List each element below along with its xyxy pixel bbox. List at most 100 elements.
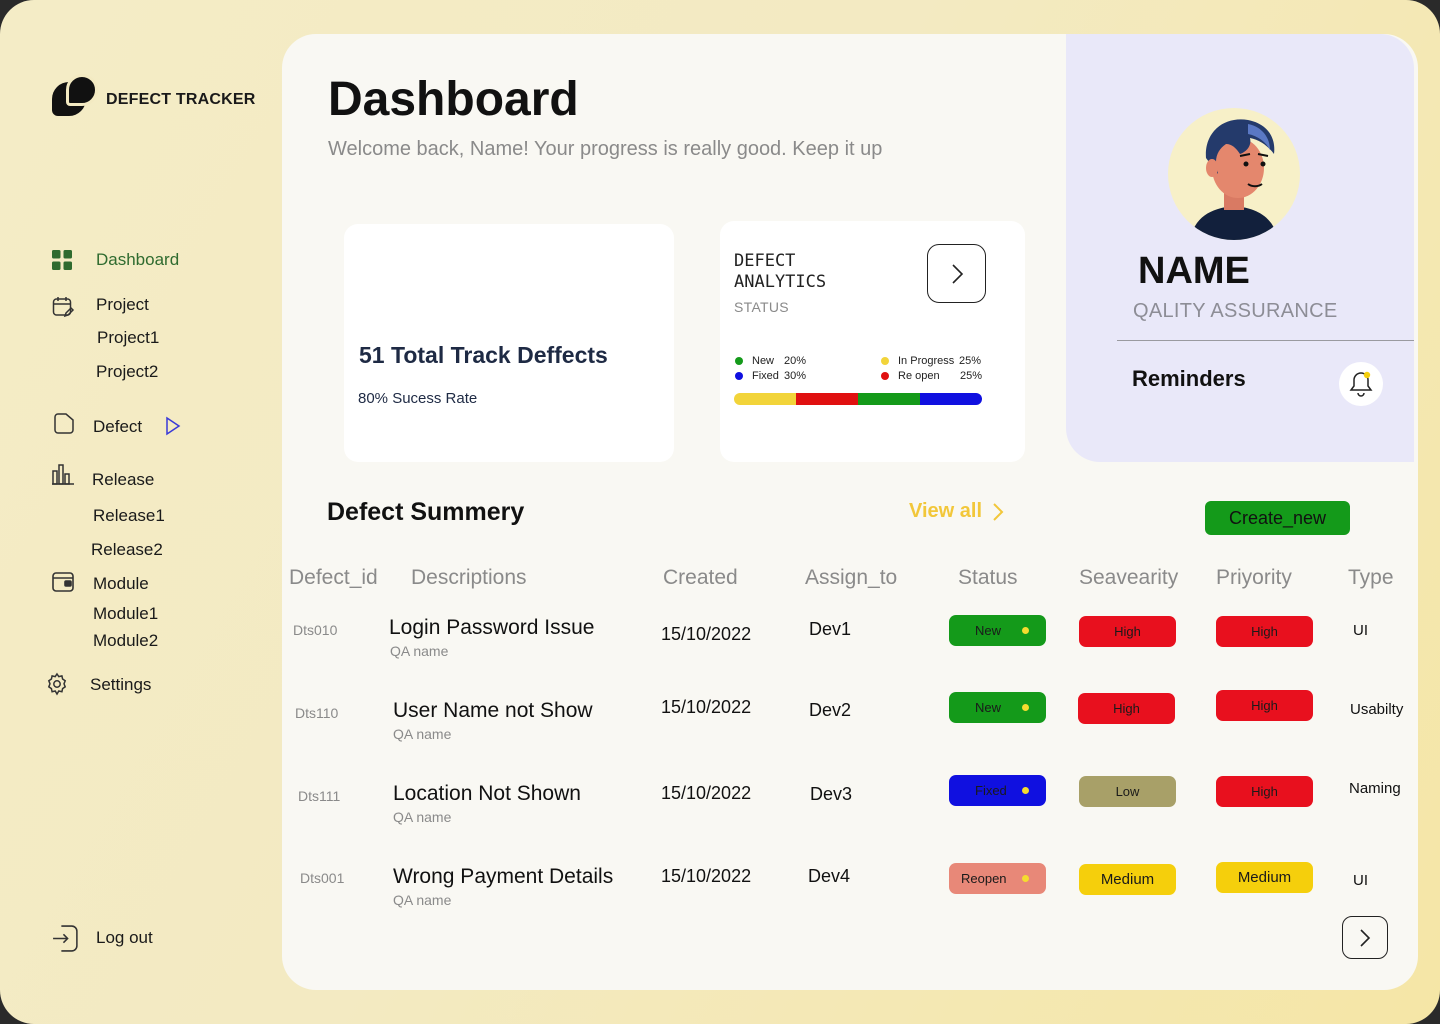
col-header-defect-id: Defect_id [289,566,378,589]
nav-project1[interactable]: Project1 [97,328,159,348]
legend-fixed: Fixed 30% [735,370,806,382]
defect-description: Wrong Payment Details [393,865,614,888]
page-title: Dashboard [328,73,579,126]
priority-badge[interactable]: Medium [1216,862,1313,893]
priority-badge[interactable]: High [1216,776,1313,807]
analytics-title: DEFECT ANALYTICS [734,251,827,292]
status-bar-segment [920,393,982,405]
avatar [1168,108,1300,240]
status-badge[interactable]: New [949,692,1046,723]
defect-reporter: QA name [393,892,452,908]
defect-id: Dts110 [295,705,339,721]
status-badge-label: Fixed [975,783,1007,798]
legend-new: New 20% [735,355,806,367]
nav-logout[interactable]: Log out [96,928,153,948]
assignee: Dev1 [809,619,852,639]
nav-module2[interactable]: Module2 [93,631,158,651]
chevron-right-icon [951,263,963,284]
nav-module[interactable]: Module [93,574,149,594]
legend-label-in-progress: In Progress [898,355,955,367]
defect-type: UI [1353,872,1368,889]
next-page-button[interactable] [1342,916,1388,959]
status-dot [1022,627,1029,634]
severity-badge[interactable]: High [1079,616,1176,647]
defect-id: Dts001 [300,870,345,886]
play-outline-icon[interactable] [164,416,182,436]
welcome-subtitle: Welcome back, Name! Your progress is rea… [328,138,883,160]
nav-release1[interactable]: Release1 [93,506,165,526]
gear-icon [47,672,67,696]
legend-label-fixed: Fixed [752,370,779,382]
created-date: 15/10/2022 [661,783,752,803]
nav-project[interactable]: Project [96,295,149,315]
defect-type: Usabilty [1350,701,1404,718]
legend-pct-new: 20% [784,355,807,367]
total-defects-headline: 51 Total Track Deffects [359,342,608,368]
bar-chart-icon [52,464,74,485]
nav-module1[interactable]: Module1 [93,604,158,624]
col-header-descriptions: Descriptions [411,566,527,589]
defect-id: Dts010 [293,622,338,638]
status-dot [1022,875,1029,882]
status-badge-label: New [975,623,1002,638]
nav-release[interactable]: Release [92,470,154,490]
legend-pct-in-progress: 25% [959,355,982,367]
grid-icon [52,250,72,270]
status-badge-label: New [975,700,1002,715]
wallet-icon [52,572,74,592]
analytics-status-label: STATUS [734,299,789,315]
defect-description: Login Password Issue [389,616,595,639]
bell-icon [1349,371,1373,397]
col-header-severity: Seavearity [1079,566,1179,589]
priority-badge[interactable]: High [1216,616,1313,647]
status-dot [1022,704,1029,711]
defect-reporter: QA name [393,809,452,825]
success-rate: 80% Sucess Rate [358,390,478,407]
defect-description: User Name not Show [393,699,593,722]
status-badge[interactable]: Reopen [949,863,1046,894]
status-badge[interactable]: New [949,615,1046,646]
profile-name: NAME [1138,250,1250,292]
chevron-right-icon [1360,928,1371,947]
severity-badge[interactable]: Low [1079,776,1176,807]
severity-badge[interactable]: Medium [1079,864,1176,895]
nav-settings[interactable]: Settings [90,675,151,695]
nav-dashboard[interactable]: Dashboard [96,250,179,270]
status-badge-label: Reopen [961,871,1007,886]
legend-dot-in-progress [881,357,889,365]
defect-id: Dts111 [298,788,341,804]
logo-icon [52,74,98,116]
status-distribution-bar [734,393,982,405]
status-bar-segment [796,393,858,405]
priority-badge[interactable]: High [1216,690,1313,721]
col-header-priority: Priyority [1216,566,1292,589]
view-all-label: View all [909,500,983,522]
severity-badge[interactable]: High [1078,693,1175,724]
calendar-edit-icon [52,297,75,318]
assignee: Dev2 [809,700,852,720]
app-window: DEFECT TRACKER Dashboard Project Project… [0,0,1440,1024]
defect-reporter: QA name [393,726,452,742]
legend-pct-reopen: 25% [960,370,983,382]
reminders-bell-button[interactable] [1339,362,1383,406]
defect-summary-title: Defect Summery [327,498,525,526]
legend-dot-reopen [881,372,889,380]
total-defects-card: 51 Total Track Deffects 80% Sucess Rate [344,224,674,462]
nav-project2[interactable]: Project2 [96,362,158,382]
defect-analytics-card: DEFECT ANALYTICS STATUS New 20% Fixed 30… [720,221,1025,462]
legend-dot-fixed [735,372,743,380]
nav-release2[interactable]: Release2 [91,540,163,560]
assignee: Dev3 [810,784,853,804]
folder-icon [54,413,74,434]
view-all-link[interactable]: View all [909,500,1004,523]
create-new-button[interactable]: Create_new [1205,501,1350,535]
nav-defect[interactable]: Defect [93,417,142,437]
defect-reporter: QA name [390,643,449,659]
analytics-open-button[interactable] [927,244,986,303]
status-badge[interactable]: Fixed [949,775,1046,806]
col-header-status: Status [958,566,1018,589]
defect-type: Naming [1349,780,1401,797]
profile-role: QALITY ASSURANCE [1133,300,1338,322]
col-header-created: Created [663,566,738,589]
legend-dot-new [735,357,743,365]
